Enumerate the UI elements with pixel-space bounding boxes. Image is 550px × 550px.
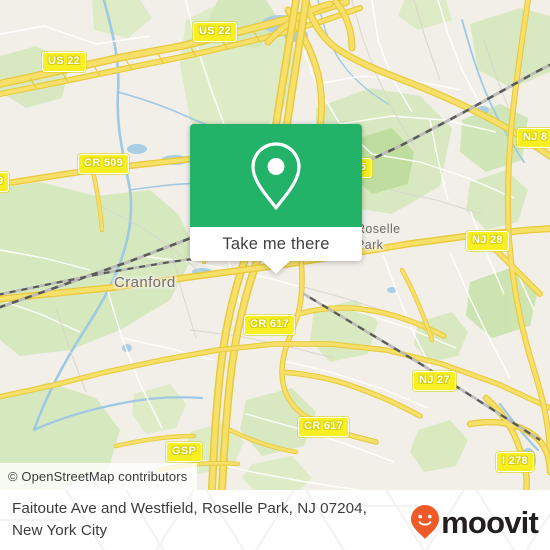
take-me-there-label: Take me there	[222, 234, 330, 253]
shield-cr-617-b: CR 617	[298, 417, 350, 437]
moovit-logo[interactable]: moovit	[410, 504, 539, 540]
shield-nj-28: NJ 28	[466, 231, 509, 251]
osm-attribution[interactable]: © OpenStreetMap contributors	[0, 463, 198, 490]
take-me-there-button[interactable]: Take me there	[190, 227, 362, 261]
shield-nj-8-clipped: NJ 8	[517, 128, 550, 148]
footer-bar: Faitoute Ave and Westfield, Roselle Park…	[0, 490, 550, 550]
moovit-map-screen: US 22 US 22 CR 509 9 6 NJ 8 NJ 28 CR 617…	[0, 0, 550, 550]
shield-nj-27: NJ 27	[413, 371, 456, 391]
callout-header	[190, 124, 362, 227]
callout-pointer	[261, 260, 291, 274]
shield-cr-617-a: CR 617	[244, 315, 296, 335]
address-line-1: Faitoute Ave and Westfield, Roselle Park…	[12, 500, 367, 518]
shield-us-22-b: US 22	[42, 52, 87, 72]
location-callout-card[interactable]: Take me there	[190, 124, 362, 274]
map-pin-icon	[251, 141, 301, 210]
moovit-pin-icon	[411, 505, 440, 539]
shield-us-22-a: US 22	[193, 22, 238, 42]
shield-cr-509: CR 509	[78, 154, 130, 174]
address-block: Faitoute Ave and Westfield, Roselle Park…	[0, 498, 412, 541]
osm-attribution-text: © OpenStreetMap contributors	[8, 469, 188, 484]
shield-i-278: I 278	[496, 452, 534, 472]
place-label-cranford: Cranford	[114, 274, 176, 291]
moovit-wordmark: moovit	[441, 504, 539, 540]
address-line-2: New York City	[12, 522, 108, 539]
shield-9-clipped: 9	[0, 172, 10, 192]
place-label-roselle: Roselle	[356, 222, 401, 236]
shield-gsp: GSP	[166, 442, 203, 462]
